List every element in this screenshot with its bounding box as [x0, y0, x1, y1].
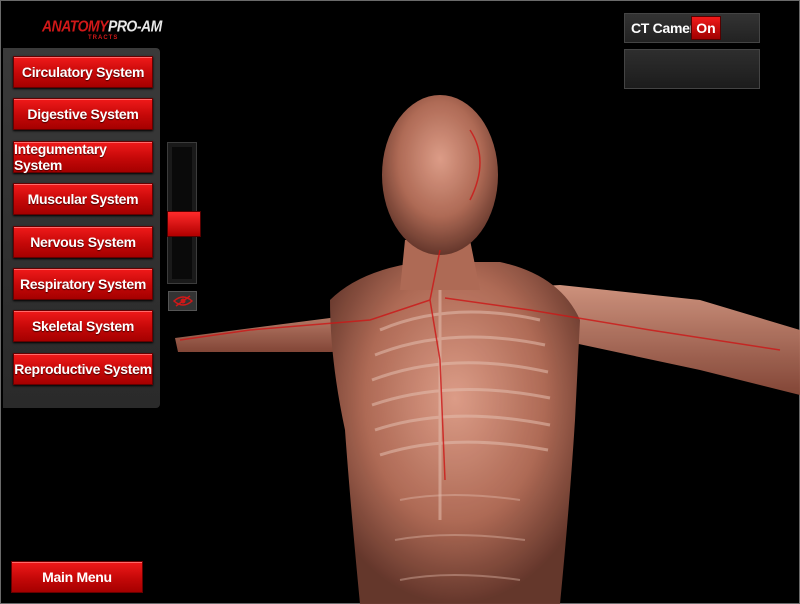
ct-camera-preview: [624, 49, 760, 89]
logo-brand: ANATOMY: [42, 16, 108, 36]
muscular-system-button[interactable]: Muscular System: [13, 183, 153, 215]
skeletal-system-button[interactable]: Skeletal System: [13, 310, 153, 342]
system-selector-panel: Circulatory System Digestive System Inte…: [3, 48, 160, 408]
circulatory-system-button[interactable]: Circulatory System: [13, 56, 153, 88]
eye-icon: [172, 295, 193, 307]
slider-thumb[interactable]: [167, 211, 201, 237]
main-menu-button[interactable]: Main Menu: [11, 561, 143, 593]
integumentary-system-button[interactable]: Integumentary System: [13, 141, 153, 173]
visibility-toggle-button[interactable]: [168, 291, 197, 311]
logo-product: PRO-AM: [107, 16, 162, 36]
logo-sub: TRACTS: [88, 35, 119, 41]
reproductive-system-button[interactable]: Reproductive System: [13, 353, 153, 385]
nervous-system-button[interactable]: Nervous System: [13, 226, 153, 258]
digestive-system-button[interactable]: Digestive System: [13, 98, 153, 130]
human-body-model[interactable]: [175, 95, 800, 604]
respiratory-system-button[interactable]: Respiratory System: [13, 268, 153, 300]
ct-camera-toggle[interactable]: On: [691, 16, 721, 40]
ct-camera-panel: CT Camera On: [624, 13, 760, 43]
transparency-slider[interactable]: [167, 142, 201, 284]
app-logo: ANATOMYPRO-AM TRACTS: [42, 16, 162, 44]
